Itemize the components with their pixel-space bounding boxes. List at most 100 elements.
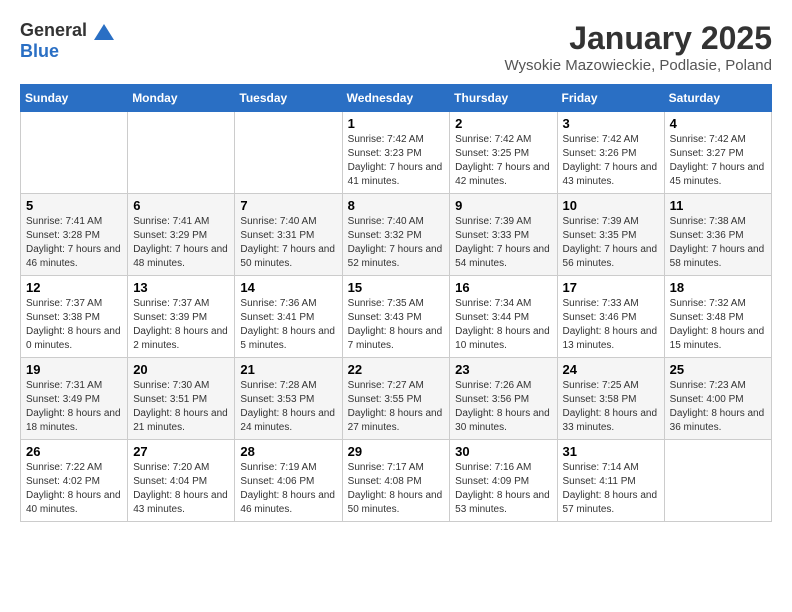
calendar-cell: 2 Sunrise: 7:42 AMSunset: 3:25 PMDaylight… [450,112,557,194]
calendar-week-row: 12Sunrise: 7:37 AMSunset: 3:38 PMDayligh… [21,276,772,358]
day-number: 6 [133,198,229,213]
column-header-thursday: Thursday [450,85,557,112]
day-info: Sunrise: 7:41 AMSunset: 3:29 PMDaylight:… [133,215,229,271]
calendar-cell: 22 Sunrise: 7:27 AMSunset: 3:55 PMDayligh… [342,358,450,440]
day-info: Sunrise: 7:25 AMSunset: 3:58 PMDaylight:… [563,379,659,435]
day-number: 14 [240,280,336,295]
day-number: 23 [455,362,551,377]
title-area: January 2025 Wysokie Mazowieckie, Podlas… [505,20,773,74]
day-number: 11 [670,198,766,213]
day-info: Sunrise: 7:22 AMSunset: 4:02 PMDaylight:… [26,461,122,517]
calendar-cell: 4Sunrise: 7:42 AMSunset: 3:27 PMDaylight… [664,112,771,194]
calendar-cell: 10 Sunrise: 7:39 AMSunset: 3:35 PMDayligh… [557,194,664,276]
logo-text-general: General [20,20,87,41]
day-info: Sunrise: 7:28 AMSunset: 3:53 PMDaylight:… [240,379,336,435]
day-number: 15 [348,280,445,295]
day-info: Sunrise: 7:38 AMSunset: 3:36 PMDaylight:… [670,215,766,271]
calendar-cell: 1 Sunrise: 7:42 AMSunset: 3:23 PMDaylight… [342,112,450,194]
calendar-cell: 11 Sunrise: 7:38 AMSunset: 3:36 PMDayligh… [664,194,771,276]
calendar-cell [128,112,235,194]
calendar-cell: 21 Sunrise: 7:28 AMSunset: 3:53 PMDayligh… [235,358,342,440]
day-info: Sunrise: 7:16 AMSunset: 4:09 PMDaylight:… [455,461,551,517]
day-number: 9 [455,198,551,213]
calendar-cell: 30Sunrise: 7:16 AMSunset: 4:09 PMDayligh… [450,440,557,522]
day-number: 21 [240,362,336,377]
day-info: Sunrise: 7:35 AMSunset: 3:43 PMDaylight:… [348,297,445,353]
day-info: Sunrise: 7:42 AMSunset: 3:25 PMDaylight:… [455,133,551,189]
calendar-title: January 2025 [505,20,773,57]
calendar-cell: 13 Sunrise: 7:37 AMSunset: 3:39 PMDayligh… [128,276,235,358]
calendar-cell: 16Sunrise: 7:34 AMSunset: 3:44 PMDayligh… [450,276,557,358]
day-number: 22 [348,362,445,377]
day-number: 27 [133,444,229,459]
day-number: 1 [348,116,445,131]
calendar-cell [21,112,128,194]
calendar-table: SundayMondayTuesdayWednesdayThursdayFrid… [20,84,772,522]
calendar-cell: 18 Sunrise: 7:32 AMSunset: 3:48 PMDayligh… [664,276,771,358]
day-number: 28 [240,444,336,459]
day-number: 2 [455,116,551,131]
day-info: Sunrise: 7:17 AMSunset: 4:08 PMDaylight:… [348,461,445,517]
day-info: Sunrise: 7:42 AMSunset: 3:27 PMDaylight:… [670,133,766,189]
calendar-cell [664,440,771,522]
day-info: Sunrise: 7:27 AMSunset: 3:55 PMDaylight:… [348,379,445,435]
column-header-saturday: Saturday [664,85,771,112]
calendar-cell: 25Sunrise: 7:23 AMSunset: 4:00 PMDayligh… [664,358,771,440]
calendar-cell: 14 Sunrise: 7:36 AMSunset: 3:41 PMDayligh… [235,276,342,358]
column-header-wednesday: Wednesday [342,85,450,112]
day-number: 10 [563,198,659,213]
day-info: Sunrise: 7:32 AMSunset: 3:48 PMDaylight:… [670,297,766,353]
day-info: Sunrise: 7:26 AMSunset: 3:56 PMDaylight:… [455,379,551,435]
day-info: Sunrise: 7:34 AMSunset: 3:44 PMDaylight:… [455,297,551,353]
calendar-cell: 7Sunrise: 7:40 AMSunset: 3:31 PMDaylight… [235,194,342,276]
calendar-subtitle: Wysokie Mazowieckie, Podlasie, Poland [505,57,773,74]
calendar-cell: 6 Sunrise: 7:41 AMSunset: 3:29 PMDaylight… [128,194,235,276]
day-info: Sunrise: 7:41 AMSunset: 3:28 PMDaylight:… [26,215,122,271]
day-number: 31 [563,444,659,459]
day-info: Sunrise: 7:31 AMSunset: 3:49 PMDaylight:… [26,379,122,435]
calendar-cell: 27 Sunrise: 7:20 AMSunset: 4:04 PMDayligh… [128,440,235,522]
day-info: Sunrise: 7:40 AMSunset: 3:32 PMDaylight:… [348,215,445,271]
calendar-week-row: 19 Sunrise: 7:31 AMSunset: 3:49 PMDayligh… [21,358,772,440]
calendar-cell: 9 Sunrise: 7:39 AMSunset: 3:33 PMDaylight… [450,194,557,276]
column-header-tuesday: Tuesday [235,85,342,112]
calendar-cell: 17Sunrise: 7:33 AMSunset: 3:46 PMDayligh… [557,276,664,358]
day-number: 24 [563,362,659,377]
calendar-cell: 31 Sunrise: 7:14 AMSunset: 4:11 PMDayligh… [557,440,664,522]
day-number: 18 [670,280,766,295]
calendar-cell: 15 Sunrise: 7:35 AMSunset: 3:43 PMDayligh… [342,276,450,358]
calendar-cell: 29 Sunrise: 7:17 AMSunset: 4:08 PMDayligh… [342,440,450,522]
day-info: Sunrise: 7:36 AMSunset: 3:41 PMDaylight:… [240,297,336,353]
day-info: Sunrise: 7:19 AMSunset: 4:06 PMDaylight:… [240,461,336,517]
calendar-cell: 24 Sunrise: 7:25 AMSunset: 3:58 PMDayligh… [557,358,664,440]
calendar-cell: 19 Sunrise: 7:31 AMSunset: 3:49 PMDayligh… [21,358,128,440]
day-info: Sunrise: 7:37 AMSunset: 3:39 PMDaylight:… [133,297,229,353]
calendar-cell: 23 Sunrise: 7:26 AMSunset: 3:56 PMDayligh… [450,358,557,440]
day-info: Sunrise: 7:20 AMSunset: 4:04 PMDaylight:… [133,461,229,517]
day-number: 17 [563,280,659,295]
calendar-week-row: 1 Sunrise: 7:42 AMSunset: 3:23 PMDaylight… [21,112,772,194]
calendar-cell: 8 Sunrise: 7:40 AMSunset: 3:32 PMDaylight… [342,194,450,276]
day-info: Sunrise: 7:14 AMSunset: 4:11 PMDaylight:… [563,461,659,517]
day-number: 19 [26,362,122,377]
day-number: 29 [348,444,445,459]
day-number: 5 [26,198,122,213]
day-info: Sunrise: 7:23 AMSunset: 4:00 PMDaylight:… [670,379,766,435]
day-number: 7 [240,198,336,213]
day-number: 8 [348,198,445,213]
calendar-cell: 5 Sunrise: 7:41 AMSunset: 3:28 PMDaylight… [21,194,128,276]
calendar-header-row: SundayMondayTuesdayWednesdayThursdayFrid… [21,85,772,112]
column-header-monday: Monday [128,85,235,112]
day-number: 26 [26,444,122,459]
calendar-week-row: 5 Sunrise: 7:41 AMSunset: 3:28 PMDaylight… [21,194,772,276]
day-info: Sunrise: 7:39 AMSunset: 3:33 PMDaylight:… [455,215,551,271]
column-header-friday: Friday [557,85,664,112]
day-number: 20 [133,362,229,377]
day-info: Sunrise: 7:42 AMSunset: 3:23 PMDaylight:… [348,133,445,189]
day-info: Sunrise: 7:39 AMSunset: 3:35 PMDaylight:… [563,215,659,271]
calendar-cell: 20Sunrise: 7:30 AMSunset: 3:51 PMDayligh… [128,358,235,440]
calendar-cell: 26 Sunrise: 7:22 AMSunset: 4:02 PMDayligh… [21,440,128,522]
logo: General Blue [20,20,114,62]
column-header-sunday: Sunday [21,85,128,112]
day-number: 13 [133,280,229,295]
